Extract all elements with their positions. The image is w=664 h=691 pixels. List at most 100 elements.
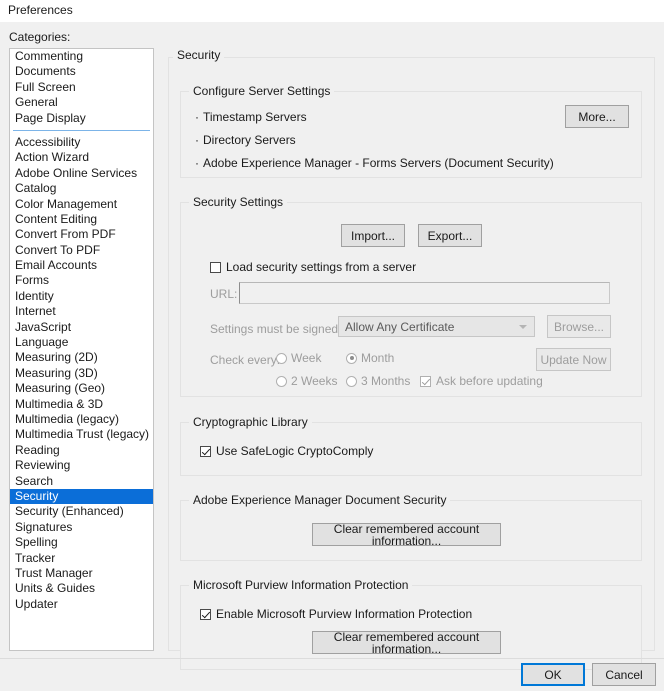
security-settings-group: Security Settings Import... Export... Lo… — [180, 195, 642, 397]
radio-3-months-label: 3 Months — [361, 374, 411, 388]
window-titlebar: Preferences — [0, 0, 664, 22]
categories-label: Categories: — [9, 30, 71, 44]
security-settings-title: Security Settings — [189, 195, 288, 209]
browse-button[interactable]: Browse... — [547, 315, 611, 338]
checkbox-icon — [200, 608, 211, 620]
sidebar-item-signatures[interactable]: Signatures — [10, 520, 153, 535]
radio-2-weeks-label: 2 Weeks — [291, 374, 338, 388]
sidebar-item-content-editing[interactable]: Content Editing — [10, 212, 153, 227]
use-safelogic-label: Use SafeLogic CryptoComply — [216, 444, 374, 458]
sidebar-item-commenting[interactable]: Commenting — [10, 49, 153, 64]
sidebar-item-measuring-3d[interactable]: Measuring (3D) — [10, 366, 153, 381]
radio-icon — [346, 352, 357, 364]
radio-month-label: Month — [361, 351, 395, 365]
sidebar-item-email-accounts[interactable]: Email Accounts — [10, 258, 153, 273]
ask-before-updating-label: Ask before updating — [436, 374, 543, 388]
sidebar-item-color-management[interactable]: Color Management — [10, 197, 153, 212]
sidebar-item-measuring-geo[interactable]: Measuring (Geo) — [10, 381, 153, 396]
purview-title: Microsoft Purview Information Protection — [189, 578, 413, 592]
sidebar-item-action-wizard[interactable]: Action Wizard — [10, 150, 153, 165]
bullet-icon: · — [195, 133, 199, 147]
sidebar-item-convert-to-pdf[interactable]: Convert To PDF — [10, 243, 153, 258]
sidebar-item-security-enhanced[interactable]: Security (Enhanced) — [10, 504, 153, 519]
sidebar-item-language[interactable]: Language — [10, 335, 153, 350]
security-panel: Security Configure Server Settings · Time… — [168, 48, 655, 670]
sidebar-item-adobe-online-services[interactable]: Adobe Online Services — [10, 166, 153, 181]
sidebar-item-security[interactable]: Security — [10, 488, 153, 505]
url-label: URL: — [210, 287, 238, 301]
sidebar-item-multimedia-legacy[interactable]: Multimedia (legacy) — [10, 412, 153, 427]
checkbox-icon — [200, 445, 211, 457]
bullet-icon: · — [195, 156, 199, 170]
sidebar-item-measuring-2d[interactable]: Measuring (2D) — [10, 350, 153, 365]
radio-icon — [276, 352, 287, 364]
sidebar-item-catalog[interactable]: Catalog — [10, 181, 153, 196]
ok-button[interactable]: OK — [521, 663, 585, 686]
radio-month[interactable]: Month — [346, 351, 394, 365]
cryptographic-library-group: Cryptographic Library Use SafeLogic Cryp… — [180, 415, 642, 476]
configure-server-settings-group: Configure Server Settings · Timestamp Ser… — [180, 84, 642, 178]
radio-3-months[interactable]: 3 Months — [346, 374, 410, 388]
update-now-button[interactable]: Update Now — [536, 348, 611, 371]
sidebar-item-search[interactable]: Search — [10, 474, 153, 489]
sidebar-item-accessibility[interactable]: Accessibility — [10, 135, 153, 150]
use-safelogic-checkbox[interactable]: Use SafeLogic CryptoComply — [200, 444, 373, 458]
enable-purview-checkbox[interactable]: Enable Microsoft Purview Information Pro… — [200, 607, 472, 621]
radio-2-weeks[interactable]: 2 Weeks — [276, 374, 337, 388]
sidebar-item-full-screen[interactable]: Full Screen — [10, 80, 153, 95]
sidebar-item-documents[interactable]: Documents — [10, 64, 153, 79]
export-button[interactable]: Export... — [418, 224, 482, 247]
load-security-settings-checkbox[interactable]: Load security settings from a server — [210, 260, 416, 274]
signed-by-label: Settings must be signed by: — [210, 322, 358, 336]
signed-by-dropdown[interactable]: Allow Any Certificate — [338, 316, 535, 337]
aem-clear-account-button[interactable]: Clear remembered account information... — [312, 523, 501, 547]
enable-purview-label: Enable Microsoft Purview Information Pro… — [216, 607, 473, 621]
signed-by-value: Allow Any Certificate — [345, 319, 455, 334]
sidebar-item-reading[interactable]: Reading — [10, 443, 153, 458]
categories-list[interactable]: Commenting Documents Full Screen General Pag… — [9, 48, 154, 651]
sidebar-item-general[interactable]: General — [10, 95, 153, 110]
server-item-label: Directory Servers — [203, 133, 296, 147]
sidebar-item-internet[interactable]: Internet — [10, 304, 153, 319]
url-input[interactable] — [239, 282, 610, 304]
sidebar-item-multimedia-3d[interactable]: Multimedia & 3D — [10, 397, 153, 412]
sidebar-item-updater[interactable]: Updater — [10, 597, 153, 612]
sidebar-separator — [10, 126, 153, 135]
server-item-label: Adobe Experience Manager - Forms Servers… — [203, 156, 554, 170]
server-item-timestamp: · Timestamp Servers — [195, 110, 307, 124]
sidebar-item-identity[interactable]: Identity — [10, 289, 153, 304]
sidebar-item-spelling[interactable]: Spelling — [10, 535, 153, 550]
sidebar-item-reviewing[interactable]: Reviewing — [10, 458, 153, 473]
checkbox-icon — [420, 375, 431, 387]
sidebar-item-units-guides[interactable]: Units & Guides — [10, 581, 153, 596]
cancel-button[interactable]: Cancel — [592, 663, 656, 686]
panel-heading: Security — [173, 48, 225, 62]
server-item-aem-forms: · Adobe Experience Manager - Forms Server… — [195, 156, 554, 170]
server-item-directory: · Directory Servers — [195, 133, 296, 147]
purview-clear-account-button[interactable]: Clear remembered account information... — [312, 631, 501, 655]
radio-week-label: Week — [291, 351, 322, 365]
import-button[interactable]: Import... — [341, 224, 405, 247]
dialog-body: Categories: Commenting Documents Full Scre… — [0, 22, 664, 691]
radio-week[interactable]: Week — [276, 351, 321, 365]
checkbox-icon — [210, 261, 221, 273]
sidebar-item-tracker[interactable]: Tracker — [10, 551, 153, 566]
load-security-settings-label: Load security settings from a server — [226, 260, 417, 274]
sidebar-item-trust-manager[interactable]: Trust Manager — [10, 566, 153, 581]
sidebar-item-forms[interactable]: Forms — [10, 273, 153, 288]
sidebar-item-convert-from-pdf[interactable]: Convert From PDF — [10, 227, 153, 242]
radio-icon — [276, 375, 287, 387]
bullet-icon: · — [195, 110, 199, 124]
chevron-down-icon — [519, 324, 527, 329]
aem-document-security-title: Adobe Experience Manager Document Securi… — [189, 493, 451, 507]
sidebar-item-javascript[interactable]: JavaScript — [10, 320, 153, 335]
more-button[interactable]: More... — [565, 105, 629, 128]
sidebar-item-multimedia-trust-legacy[interactable]: Multimedia Trust (legacy) — [10, 427, 153, 442]
configure-server-settings-title: Configure Server Settings — [189, 84, 335, 98]
sidebar-item-page-display[interactable]: Page Display — [10, 111, 153, 126]
radio-icon — [346, 375, 357, 387]
aem-document-security-group: Adobe Experience Manager Document Securi… — [180, 493, 642, 561]
footer-divider — [0, 658, 664, 659]
ask-before-updating-checkbox[interactable]: Ask before updating — [420, 374, 543, 388]
cryptographic-library-title: Cryptographic Library — [189, 415, 312, 429]
